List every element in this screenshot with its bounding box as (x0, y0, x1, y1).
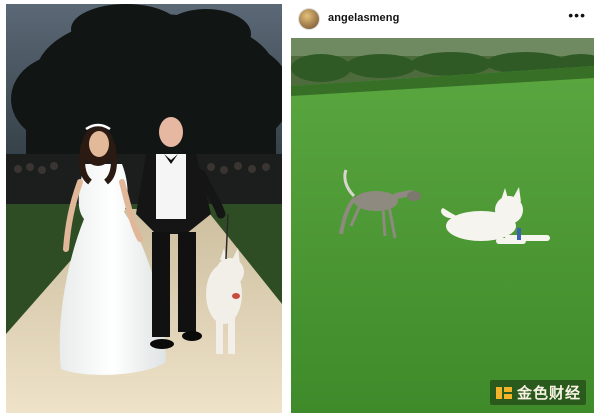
watermark: 金色财经 (489, 380, 586, 405)
more-options-icon[interactable]: ••• (568, 8, 586, 22)
watermark-text: 金色财经 (516, 384, 581, 402)
instagram-post: angelasmeng ••• 金色财经 (287, 0, 596, 419)
username-link[interactable]: angelasmeng (328, 12, 399, 24)
wedding-photo (6, 4, 282, 413)
brand-logo-icon (495, 386, 512, 399)
dogs-on-lawn-photo: 金色财经 (291, 38, 594, 413)
post-header: angelasmeng ••• (287, 0, 596, 36)
avatar[interactable] (299, 9, 319, 29)
